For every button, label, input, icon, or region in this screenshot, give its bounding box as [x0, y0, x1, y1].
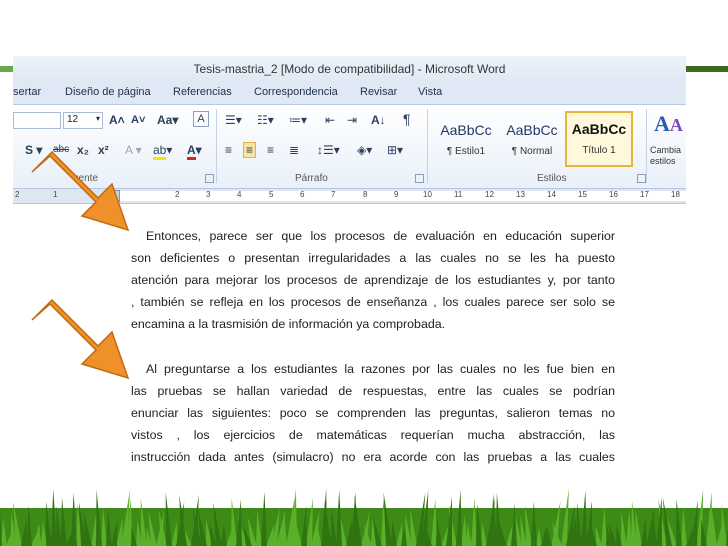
window-title: Tesis-mastria_2 [Modo de compatibilidad]…	[193, 62, 506, 76]
text-line: las pruebas se hallan variedad de respue…	[131, 384, 615, 398]
change-styles-icon: AA	[654, 111, 683, 136]
style-estilo1[interactable]: AaBbCc ¶ Estilo1	[433, 113, 499, 167]
green-accent-bar-left	[0, 66, 14, 72]
text-line: Entonces, parece ser que los procesos de…	[146, 229, 615, 243]
ruler-number: 2	[15, 190, 20, 199]
ruler-number: 2	[175, 190, 180, 199]
title-bar: Tesis-mastria_2 [Modo de compatibilidad]…	[13, 56, 686, 83]
ruler-number: 15	[578, 190, 587, 199]
ruler-number: 18	[671, 190, 680, 199]
change-case-icon[interactable]: Aa▾	[157, 113, 178, 127]
style-sample: AaBbCc	[571, 121, 627, 137]
style-name: Título 1	[582, 145, 616, 156]
align-left-icon[interactable]: ≡	[225, 143, 232, 157]
style-name: ¶ Normal	[511, 146, 553, 157]
ruler-number: 3	[206, 190, 211, 199]
numbering-icon[interactable]: ☷▾	[257, 113, 274, 127]
text-line: enunciar las siguientes: poco se compren…	[131, 406, 615, 420]
paragraph-dialog-launcher[interactable]	[415, 174, 424, 183]
ruler-number: 16	[609, 190, 618, 199]
paragraph-1: Entonces, parece ser que los procesos de…	[131, 225, 615, 335]
chevron-down-icon[interactable]: ▾	[96, 114, 100, 123]
show-formatting-icon[interactable]: ¶	[403, 112, 411, 126]
styles-group-label: Estilos	[537, 173, 567, 184]
tab-view[interactable]: Vista	[418, 86, 442, 98]
text-line: Al preguntarse a los estudiantes la razo…	[146, 362, 615, 376]
green-accent-bar-right	[686, 66, 728, 72]
font-size-value: 12	[67, 114, 79, 125]
ruler-number: 13	[516, 190, 525, 199]
text-line: atención para mejorar los procesos de ap…	[131, 273, 615, 287]
font-size-box[interactable]: 12 ▾	[63, 112, 103, 129]
style-sample: AaBbCc	[506, 122, 558, 138]
sort-icon[interactable]: A↓	[371, 113, 386, 127]
shading-icon[interactable]: ◈▾	[357, 143, 372, 157]
ruler-number: 11	[454, 190, 463, 199]
paragraph-2: Al preguntarse a los estudiantes la razo…	[131, 358, 615, 468]
arrow-pointer-2	[31, 298, 130, 380]
font-color-icon[interactable]: A▾	[187, 143, 202, 160]
separator	[646, 109, 647, 183]
tab-insert[interactable]: sertar	[13, 86, 41, 98]
borders-icon[interactable]: ⊞▾	[387, 143, 403, 157]
decrease-indent-icon[interactable]: ⇤	[325, 113, 335, 127]
text-line: instrucción dada antes (simulacro) no er…	[131, 450, 615, 464]
change-styles-label-2: estilos	[650, 156, 676, 166]
align-center-icon[interactable]: ≡	[243, 142, 257, 158]
arrow-pointer-1	[31, 150, 130, 232]
font-name-box[interactable]	[13, 112, 61, 129]
justify-icon[interactable]: ≣	[289, 143, 299, 157]
styles-dialog-launcher[interactable]	[637, 174, 646, 183]
grow-font-icon[interactable]: A˄	[109, 113, 125, 127]
word-window: Tesis-mastria_2 [Modo de compatibilidad]…	[13, 56, 686, 488]
grass-decoration	[0, 488, 728, 546]
style-normal[interactable]: AaBbCc ¶ Normal	[499, 113, 565, 167]
tab-page-layout[interactable]: Diseño de página	[65, 86, 151, 98]
ruler-number: 4	[237, 190, 242, 199]
separator	[427, 109, 428, 183]
text-line: encamina a la trasmisión de información …	[131, 317, 446, 331]
style-name: ¶ Estilo1	[446, 146, 486, 157]
ruler-number: 5	[269, 190, 274, 199]
change-styles-label-1: Cambia	[650, 145, 682, 155]
style-titulo1[interactable]: AaBbCc Título 1	[565, 111, 633, 167]
highlight-icon[interactable]: ab▾	[153, 143, 172, 160]
font-dialog-launcher[interactable]	[205, 174, 214, 183]
ruler-number: 14	[547, 190, 556, 199]
text-line: vistos , los ejercicios de matemáticas r…	[131, 428, 615, 442]
separator	[216, 109, 217, 183]
style-sample: AaBbCc	[440, 122, 492, 138]
tab-references[interactable]: Referencias	[173, 86, 232, 98]
shrink-font-icon[interactable]: A˅	[131, 113, 145, 127]
tab-mailings[interactable]: Correspondencia	[254, 86, 338, 98]
ruler-number: 9	[394, 190, 399, 199]
tab-review[interactable]: Revisar	[360, 86, 397, 98]
ruler-number: 7	[331, 190, 336, 199]
increase-indent-icon[interactable]: ⇥	[347, 113, 357, 127]
multilevel-list-icon[interactable]: ≔▾	[289, 113, 307, 127]
ruler-number: 8	[363, 190, 368, 199]
ruler-number: 10	[423, 190, 432, 199]
bullets-icon[interactable]: ☰▾	[225, 113, 242, 127]
change-styles-button[interactable]: AA Cambia estilos	[650, 111, 686, 181]
text-line: son deficientes o presentan irregularida…	[131, 251, 615, 265]
paragraph-group-label: Párrafo	[295, 173, 328, 184]
align-right-icon[interactable]: ≡	[267, 143, 274, 157]
text-line: , también se refleja en los procesos de …	[131, 295, 615, 309]
ribbon-tabs: sertar Diseño de página Referencias Corr…	[13, 82, 686, 105]
ruler-number: 12	[485, 190, 494, 199]
clear-formatting-icon[interactable]: A	[193, 111, 209, 127]
ruler-text-area	[115, 191, 686, 201]
ruler-number: 6	[300, 190, 305, 199]
ruler-number: 17	[640, 190, 649, 199]
line-spacing-icon[interactable]: ↕☰▾	[317, 143, 340, 157]
